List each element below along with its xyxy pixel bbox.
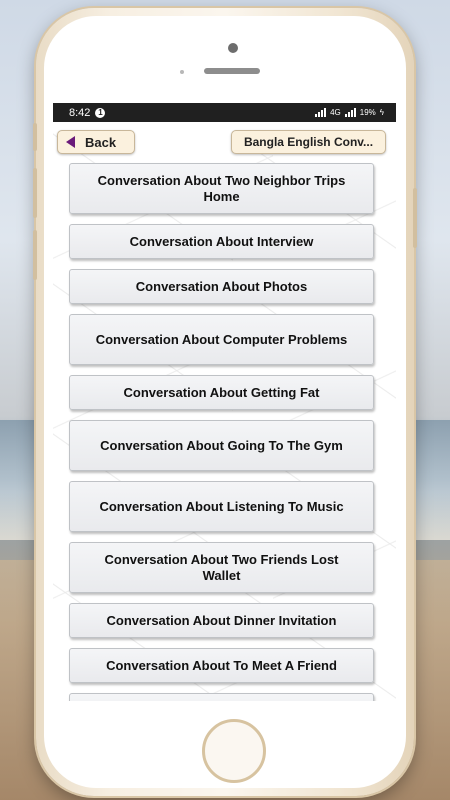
charging-bolt-icon: ϟ — [379, 108, 384, 117]
status-time: 8:42 — [69, 106, 91, 119]
app-screen: 8:42 1 4G 19% ϟ Back Bangla English Conv… — [53, 103, 396, 701]
conversation-item[interactable]: Conversation About Listening To Music — [69, 481, 374, 532]
proximity-sensor — [180, 70, 184, 74]
conversation-item[interactable]: Conversation About Going To The Gym — [69, 420, 374, 471]
volume-up-button — [33, 168, 37, 218]
conversation-list: Conversation About Two Neighbor Trips Ho… — [69, 163, 375, 701]
power-button — [413, 188, 417, 248]
conversation-item[interactable]: Conversation About Dinner Invitation — [69, 603, 374, 638]
back-button[interactable]: Back — [57, 130, 135, 154]
conversation-item[interactable]: Conversation About Two Neighbor Trips Ho… — [69, 163, 374, 214]
conversation-item[interactable]: Conversation About Getting Fat — [69, 375, 374, 410]
conversation-item[interactable]: Conversation About Two Friends Lost Wall… — [69, 542, 374, 593]
conversation-item[interactable]: Conversation About Photos — [69, 269, 374, 304]
earpiece-speaker — [204, 68, 260, 74]
signal-strength-2-icon — [344, 108, 356, 117]
back-button-label: Back — [85, 134, 117, 150]
notification-badge-icon: 1 — [95, 107, 106, 118]
conversation-item[interactable]: Conversation About Interview — [69, 224, 374, 259]
app-header: Back Bangla English Conv... — [53, 122, 396, 160]
app-title-button[interactable]: Bangla English Conv... — [231, 130, 386, 154]
status-bar: 8:42 1 4G 19% ϟ — [53, 103, 396, 122]
signal-strength-icon — [315, 108, 327, 117]
content-area: Back Bangla English Conv... Conversation… — [53, 122, 396, 701]
back-arrow-icon — [66, 136, 75, 148]
battery-level: 19% — [359, 108, 376, 117]
network-type-label: 4G — [330, 108, 341, 117]
conversation-item[interactable] — [69, 693, 374, 701]
home-button[interactable] — [202, 719, 266, 783]
conversation-item[interactable]: Conversation About To Meet A Friend — [69, 648, 374, 683]
conversation-item[interactable]: Conversation About Computer Problems — [69, 314, 374, 365]
front-camera — [228, 43, 238, 53]
volume-down-button — [33, 230, 37, 280]
mute-switch — [33, 123, 37, 151]
